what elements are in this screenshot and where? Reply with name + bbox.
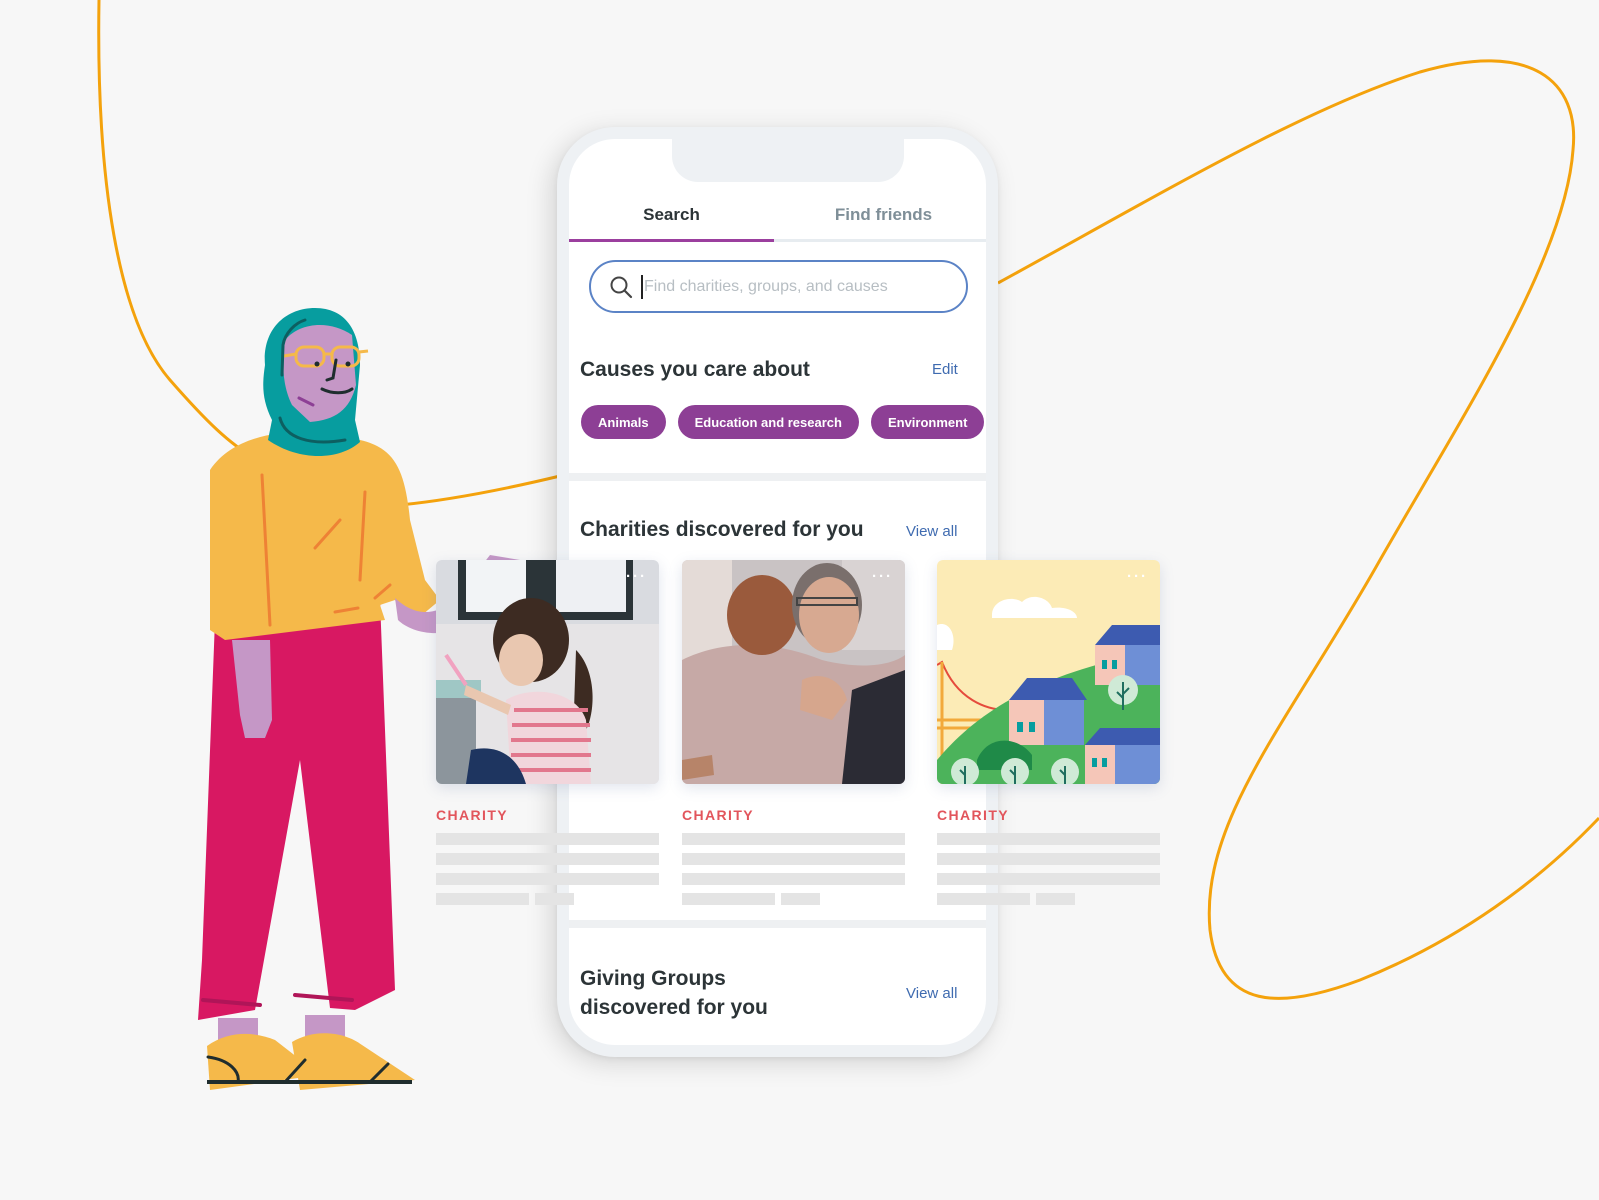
cause-chips: Animals Education and research Environme…	[581, 405, 985, 439]
skeleton-line	[682, 873, 905, 885]
skeleton-line	[937, 833, 1160, 845]
charity-card-image[interactable]: ···	[937, 560, 1160, 784]
tab-active-indicator	[569, 239, 774, 242]
charity-card[interactable]: ··· CHARITY	[937, 560, 1160, 905]
search-icon	[610, 276, 633, 298]
skeleton-line	[436, 853, 659, 865]
chip-environment[interactable]: Environment	[870, 405, 985, 439]
giving-groups-view-all-link[interactable]: View all	[906, 985, 957, 1002]
charities-view-all-link[interactable]: View all	[906, 523, 957, 540]
charity-card[interactable]: ··· CHARITY	[436, 560, 659, 905]
search-input[interactable]	[644, 277, 944, 296]
skeleton-line	[436, 893, 529, 905]
card-type-label: CHARITY	[682, 807, 755, 823]
text-caret	[641, 274, 643, 299]
section-divider	[569, 920, 986, 928]
chip-animals[interactable]: Animals	[581, 405, 666, 439]
charity-card[interactable]: ··· CHARITY	[682, 560, 905, 905]
phone-notch	[672, 139, 904, 182]
charity-card-image[interactable]: ···	[436, 560, 659, 784]
giving-groups-title-line1: Giving Groups	[580, 967, 726, 990]
edit-causes-link[interactable]: Edit	[932, 361, 958, 378]
skeleton-line	[937, 873, 1160, 885]
causes-title: Causes you care about	[580, 358, 810, 381]
skeleton-line	[781, 893, 820, 905]
chip-education-and-research[interactable]: Education and research	[677, 405, 859, 439]
card-type-label: CHARITY	[937, 807, 1010, 823]
skeleton-line	[937, 853, 1160, 865]
giving-groups-title-line2: discovered for you	[580, 996, 768, 1019]
skeleton-line	[535, 893, 574, 905]
tab-bar: Search Find friends	[569, 195, 986, 243]
men-hugging-photo	[682, 560, 905, 784]
skeleton-line	[682, 833, 905, 845]
charity-card-image[interactable]: ···	[682, 560, 905, 784]
skeleton-line	[1036, 893, 1075, 905]
section-divider	[569, 473, 986, 481]
skeleton-line	[682, 853, 905, 865]
search-field[interactable]	[589, 260, 968, 313]
card-type-label: CHARITY	[436, 807, 509, 823]
tab-search[interactable]: Search	[569, 195, 774, 239]
skeleton-line	[436, 833, 659, 845]
more-horizontal-icon[interactable]: ···	[626, 569, 647, 584]
hillside-town-illustration	[937, 560, 1160, 784]
more-horizontal-icon[interactable]: ···	[872, 569, 893, 584]
more-horizontal-icon[interactable]: ···	[1127, 569, 1148, 584]
giving-groups-title: Giving Groups discovered for you	[580, 964, 768, 1022]
skeleton-line	[937, 893, 1030, 905]
skeleton-line	[682, 893, 775, 905]
tab-find-friends[interactable]: Find friends	[781, 195, 986, 239]
girl-painting-photo	[436, 560, 659, 784]
skeleton-line	[436, 873, 659, 885]
charities-title: Charities discovered for you	[580, 518, 864, 541]
